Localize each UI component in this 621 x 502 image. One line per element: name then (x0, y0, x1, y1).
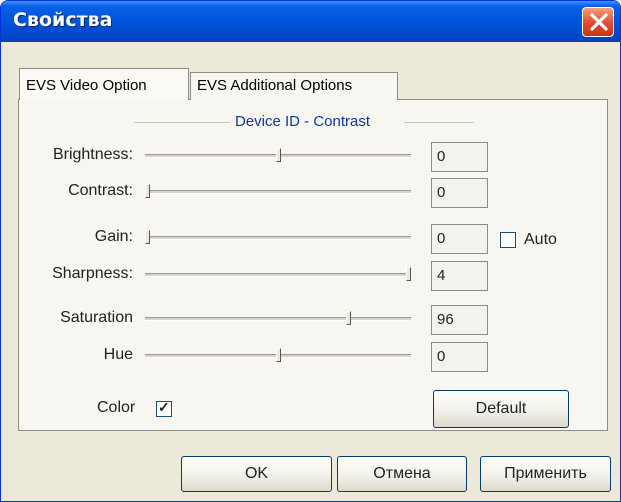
group-divider-right (404, 122, 474, 123)
cancel-button[interactable]: Отмена (337, 456, 467, 492)
slider-track[interactable] (145, 190, 411, 194)
checkmark-icon: ✓ (158, 399, 170, 415)
ok-button[interactable]: OK (181, 456, 332, 492)
slider-thumb[interactable] (276, 348, 281, 362)
value-field[interactable]: 4 (431, 261, 488, 291)
slider-track[interactable] (145, 236, 411, 240)
close-button[interactable] (582, 7, 614, 37)
slider-thumb[interactable] (145, 184, 150, 198)
color-label: Color (97, 399, 136, 416)
group-title: Device ID - Contrast (235, 113, 371, 130)
auto-label: Auto (524, 231, 557, 248)
default-button[interactable]: Default (433, 390, 569, 428)
close-icon (590, 13, 608, 31)
slider-thumb[interactable] (346, 311, 351, 325)
control-label: Brightness: (52, 146, 133, 163)
slider-track[interactable] (145, 273, 411, 277)
control-label: Hue (103, 346, 133, 363)
value-field[interactable]: 96 (431, 305, 488, 335)
apply-button[interactable]: Применить (480, 456, 611, 492)
control-label: Sharpness: (52, 265, 133, 282)
value-field[interactable]: 0 (431, 342, 488, 372)
value-field[interactable]: 0 (431, 178, 488, 208)
title-bar[interactable]: Свойства (1, 1, 620, 42)
value-field[interactable]: 0 (431, 142, 488, 172)
window-title: Свойства (13, 9, 113, 31)
tab-evs-additional-options[interactable]: EVS Additional Options (190, 72, 398, 100)
slider-track[interactable] (145, 317, 411, 321)
control-label: Gain: (94, 228, 133, 245)
slider-thumb[interactable] (145, 230, 150, 244)
group-divider-left (134, 122, 230, 123)
auto-checkbox[interactable] (500, 232, 516, 248)
slider-thumb[interactable] (406, 267, 411, 281)
value-field[interactable]: 0 (431, 224, 488, 254)
control-label: Contrast: (68, 182, 133, 199)
properties-dialog: Свойства EVS Video Option EVS Additional… (0, 0, 621, 502)
control-label: Saturation (60, 309, 133, 326)
slider-thumb[interactable] (276, 148, 281, 162)
tab-evs-video-option[interactable]: EVS Video Option (19, 68, 189, 100)
color-checkbox[interactable]: ✓ (156, 399, 172, 417)
